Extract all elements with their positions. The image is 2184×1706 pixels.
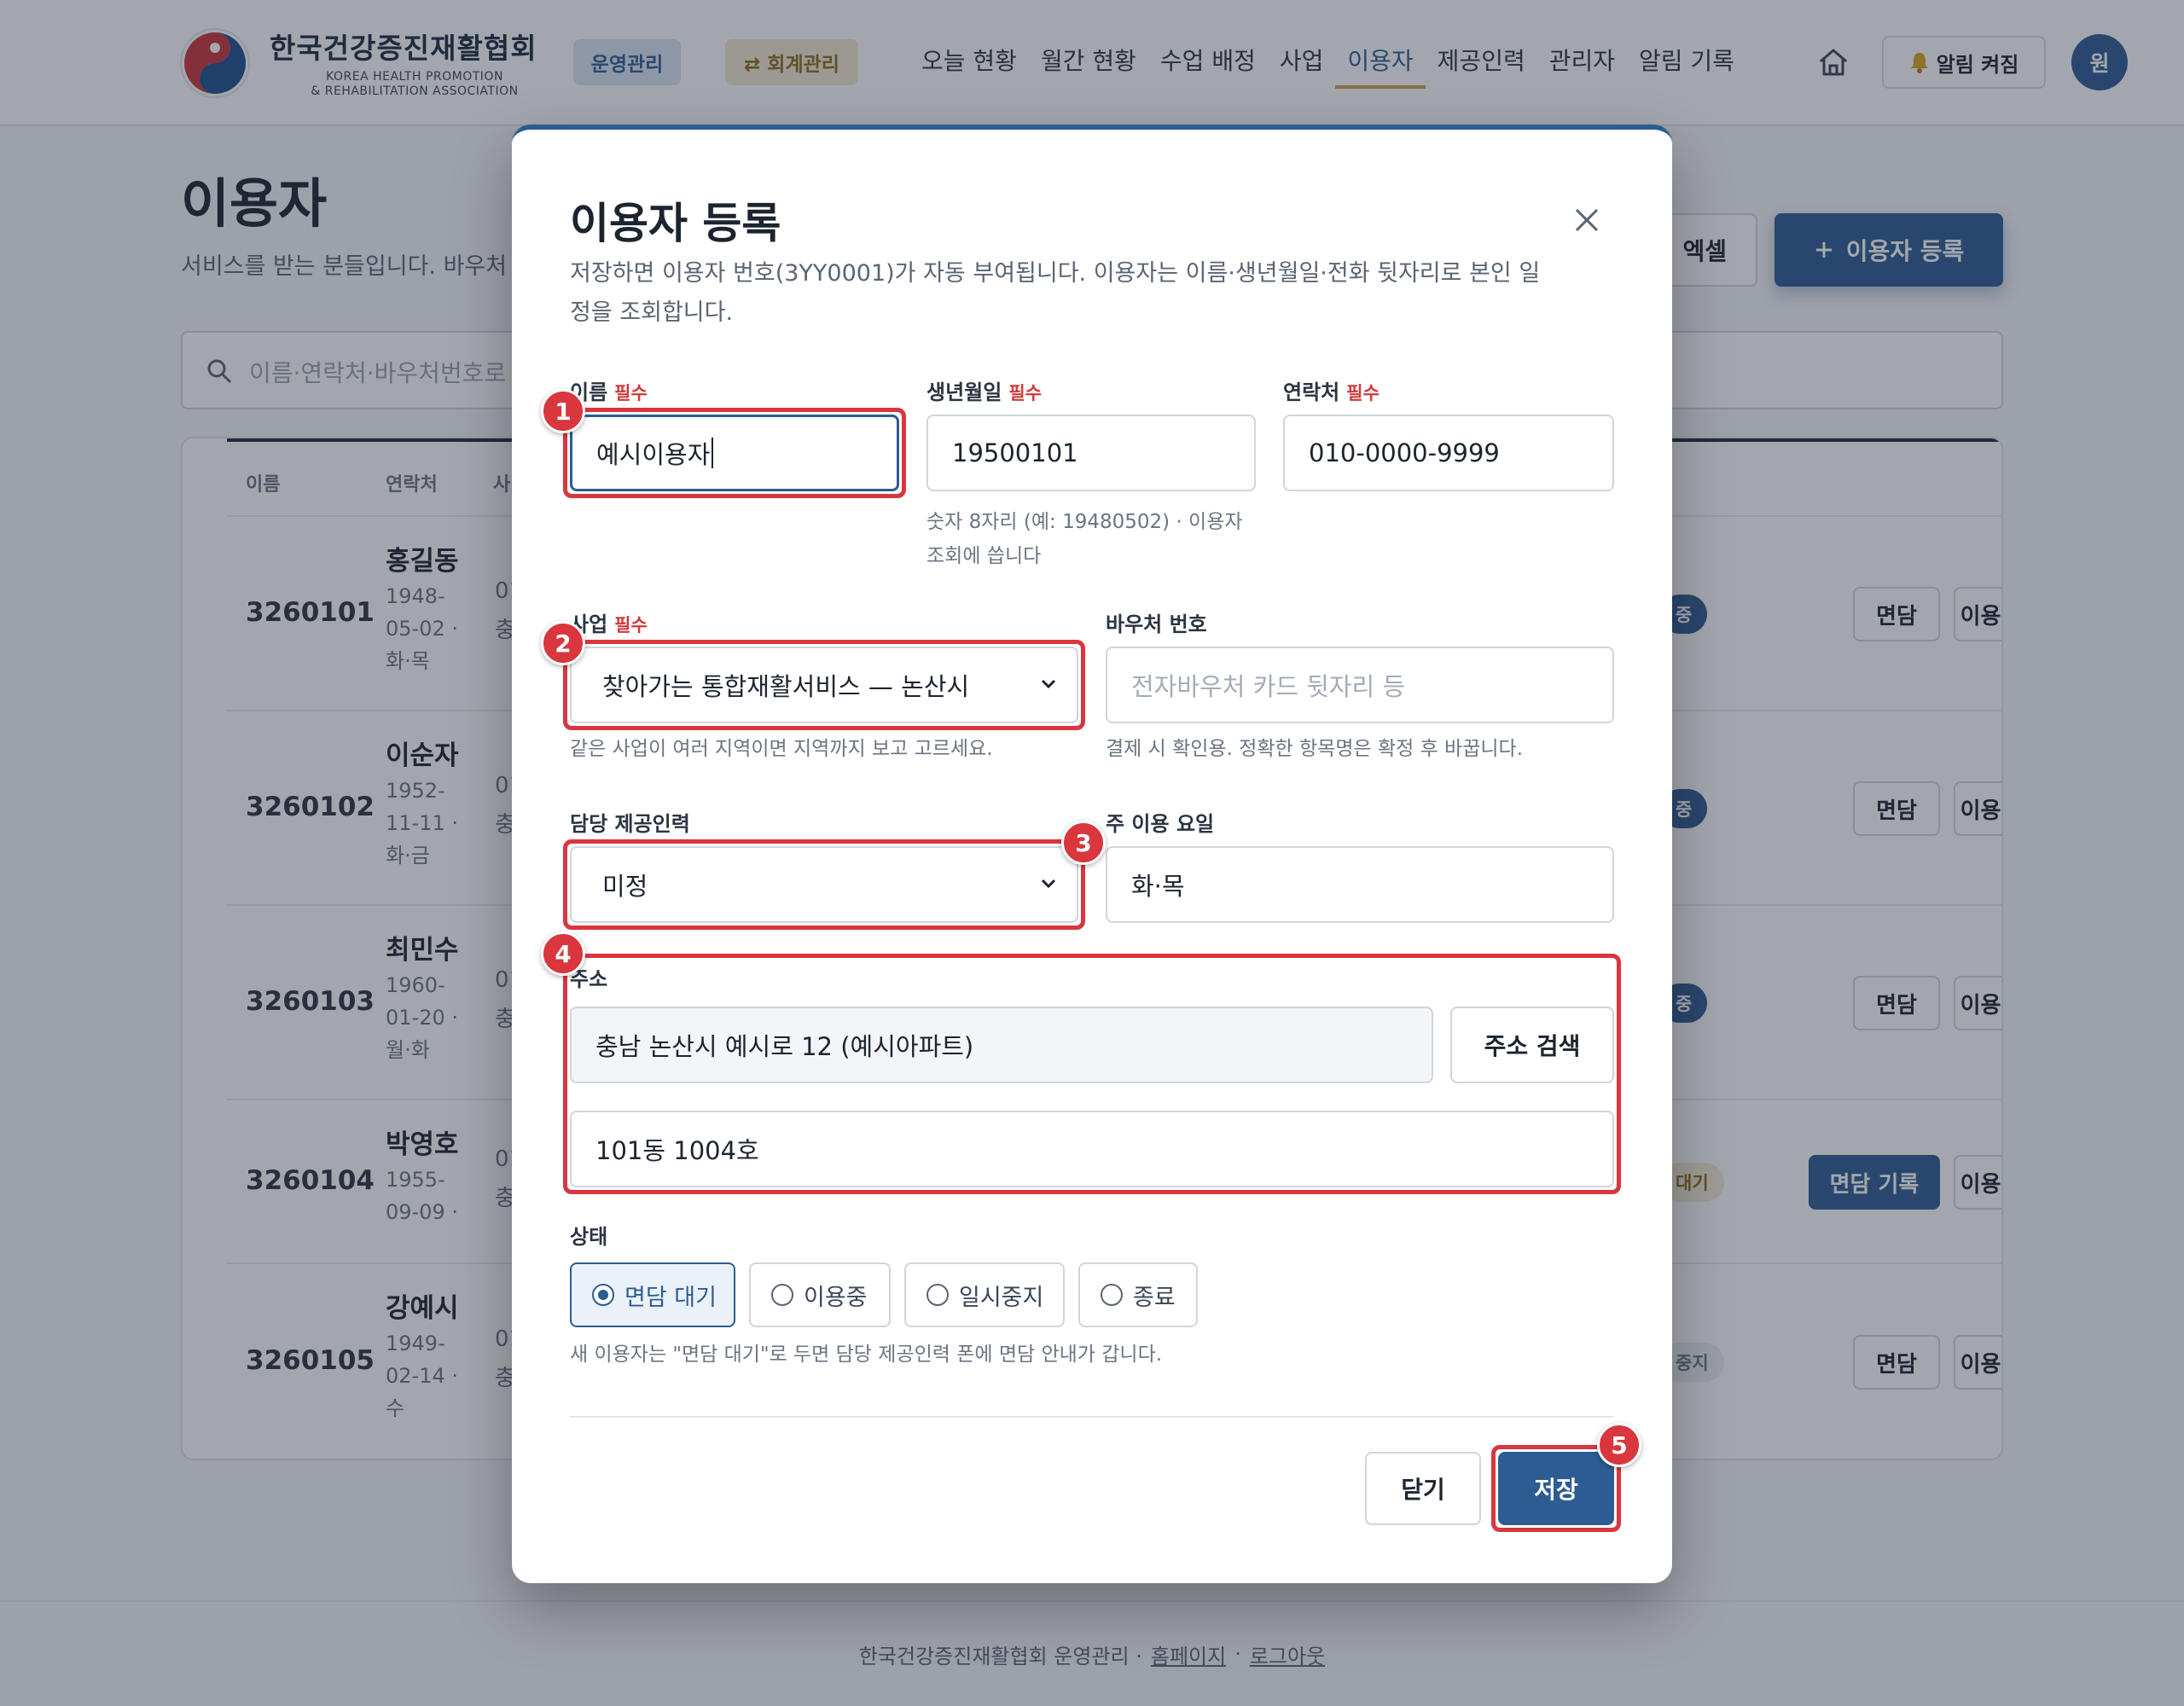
birth-field[interactable]: 19500101 — [926, 415, 1256, 491]
text-caret — [712, 438, 714, 468]
chevron-down-icon — [1041, 679, 1056, 689]
birth-hint: 숫자 8자리 (예: 19480502) · 이용자 조회에 씁니다 — [926, 511, 1243, 567]
status-radio-active[interactable]: 이용중 — [749, 1262, 891, 1327]
voucher-field[interactable]: 전자바우처 카드 뒷자리 등 — [1106, 647, 1614, 723]
birth-label: 생년월일 필수 — [926, 380, 1042, 404]
address-search-button[interactable]: 주소 검색 — [1450, 1007, 1614, 1083]
annotation-badge-3: 3 — [1061, 821, 1106, 865]
program-hint: 같은 사업이 여러 지역이면 지역까지 보고 고르세요. — [570, 738, 993, 760]
annotation-badge-5: 5 — [1597, 1423, 1641, 1467]
save-button[interactable]: 저장 — [1498, 1452, 1614, 1525]
staff-value: 미정 — [602, 872, 648, 901]
required-tag: 필수 — [1346, 383, 1380, 403]
voucher-hint: 결제 시 확인용. 정확한 항목명은 확정 후 바꿉니다. — [1106, 738, 1523, 760]
phone-field[interactable]: 010-0000-9999 — [1283, 415, 1614, 491]
voucher-label: 바우처 번호 — [1106, 612, 1207, 636]
phone-label: 연락처 필수 — [1283, 380, 1380, 404]
address-field[interactable]: 충남 논산시 예시로 12 (예시아파트) — [570, 1007, 1433, 1083]
days-label: 주 이용 요일 — [1106, 812, 1215, 836]
modal-description: 저장하면 이용자 번호(3YY0001)가 자동 부여됩니다. 이용자는 이름·… — [570, 260, 1541, 326]
staff-select[interactable]: 미정 — [570, 846, 1078, 923]
status-radio-paused[interactable]: 일시중지 — [904, 1262, 1065, 1327]
name-value: 예시이용자 — [596, 440, 711, 469]
annotation-badge-2: 2 — [541, 621, 585, 665]
status-radio-ended[interactable]: 종료 — [1078, 1262, 1198, 1327]
required-tag: 필수 — [1008, 383, 1042, 403]
radio-dot — [771, 1284, 793, 1306]
required-tag: 필수 — [614, 615, 648, 635]
staff-label: 담당 제공인력 — [570, 812, 690, 836]
status-label: 상태 — [570, 1225, 608, 1249]
radio-dot — [1101, 1284, 1123, 1306]
annotation-badge-4: 4 — [541, 931, 585, 976]
radio-dot — [926, 1284, 949, 1306]
status-hint: 새 이용자는 "면담 대기"로 두면 담당 제공인력 폰에 면담 안내가 갑니다… — [570, 1343, 1163, 1366]
chevron-down-icon — [1041, 879, 1056, 889]
days-field[interactable]: 화·목 — [1106, 846, 1614, 923]
radio-dot — [592, 1284, 614, 1306]
cancel-button[interactable]: 닫기 — [1365, 1452, 1481, 1525]
program-select[interactable]: 찾아가는 통합재활서비스 — 논산시 — [570, 647, 1078, 723]
footer-divider — [570, 1416, 1614, 1418]
close-icon[interactable] — [1570, 203, 1604, 237]
name-field[interactable]: 예시이용자 — [570, 415, 899, 491]
user-register-modal: 이용자 등록 저장하면 이용자 번호(3YY0001)가 자동 부여됩니다. 이… — [512, 125, 1672, 1583]
required-tag: 필수 — [614, 383, 648, 403]
status-radio-interview[interactable]: 면담 대기 — [570, 1262, 735, 1327]
annotation-badge-1: 1 — [541, 389, 585, 433]
program-value: 찾아가는 통합재활서비스 — 논산시 — [602, 672, 970, 701]
modal-title: 이용자 등록 — [570, 199, 781, 248]
address-detail-field[interactable]: 101동 1004호 — [570, 1111, 1614, 1187]
